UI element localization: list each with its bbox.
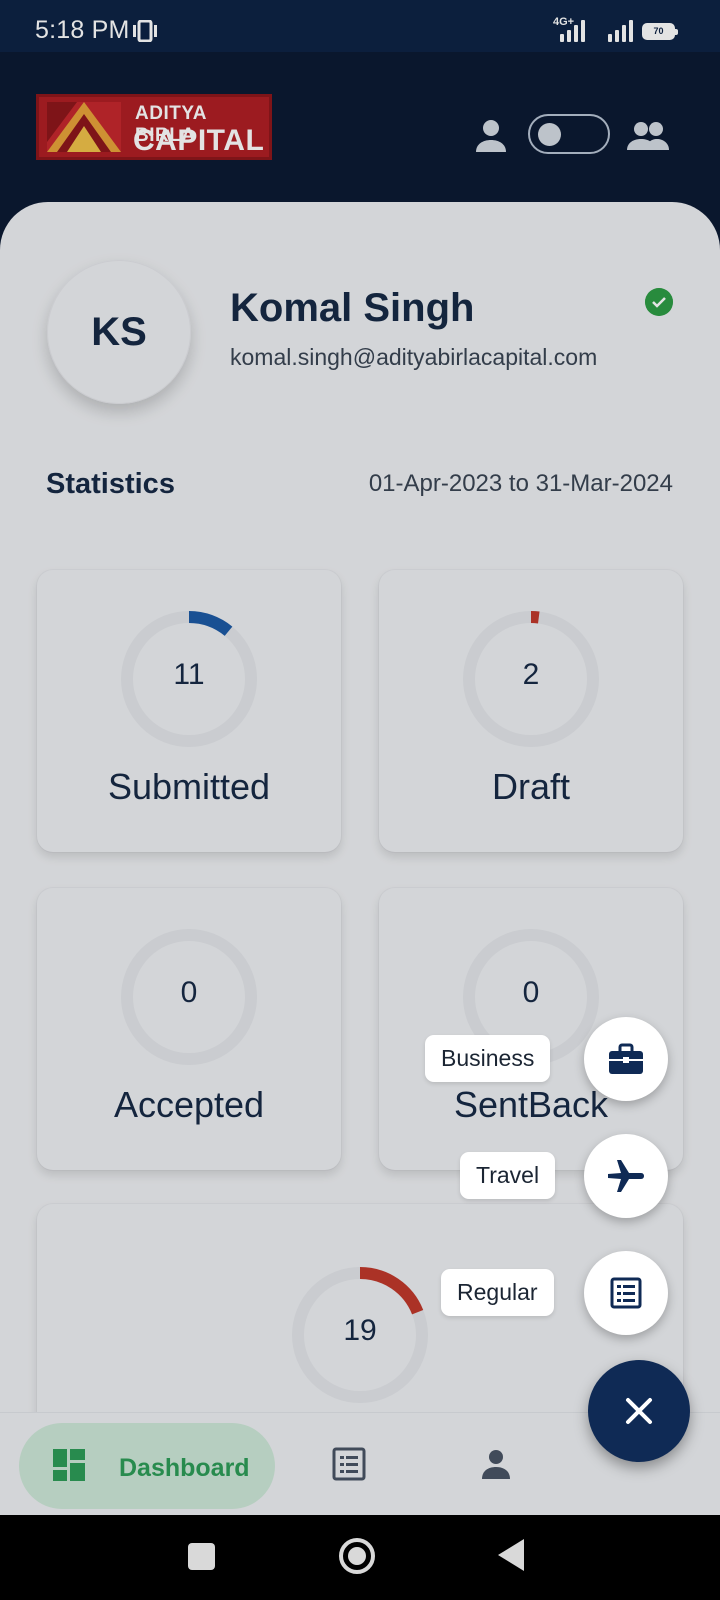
dashboard-icon: [53, 1449, 85, 1481]
user-name: Komal Singh: [230, 286, 475, 330]
user-email: komal.singh@adityabirlacapital.com: [230, 344, 598, 370]
stat-label: Submitted: [107, 766, 271, 807]
list-icon: [610, 1277, 642, 1309]
status-time: 5:18 PM: [35, 16, 130, 44]
system-nav-bar: [0, 1515, 720, 1600]
stat-card-draft[interactable]: 2 Draft: [379, 570, 683, 852]
fab-label-travel[interactable]: Travel: [460, 1152, 556, 1199]
stat-count: 0: [180, 976, 198, 1009]
stat-count: 2: [522, 658, 540, 691]
mode-toggle[interactable]: [528, 114, 610, 154]
app-header: ADITYA BIRLA CAPITAL: [0, 52, 720, 222]
back-icon[interactable]: [498, 1539, 526, 1571]
recents-icon[interactable]: [188, 1543, 215, 1570]
fab-business-button[interactable]: [584, 1017, 668, 1101]
nav-list-icon[interactable]: [332, 1447, 366, 1481]
signal-icon: [560, 20, 585, 42]
fab-label-business[interactable]: Business: [425, 1035, 551, 1082]
battery-icon: 70: [642, 23, 678, 40]
stat-label: Accepted: [113, 1084, 265, 1125]
vibrate-icon: [133, 20, 157, 42]
home-icon[interactable]: [338, 1537, 376, 1575]
stat-count: 0: [522, 976, 540, 1009]
group-icon[interactable]: [626, 116, 670, 156]
stat-card-accepted[interactable]: 0 Accepted: [37, 888, 341, 1170]
nav-dashboard[interactable]: Dashboard: [19, 1423, 275, 1509]
fab-regular-button[interactable]: [584, 1251, 668, 1335]
fab-close-button[interactable]: [588, 1360, 690, 1462]
nav-dashboard-label: Dashboard: [119, 1454, 250, 1482]
avatar[interactable]: KS: [47, 260, 191, 404]
status-bar: 5:18 PM 4G+ 70: [0, 0, 720, 52]
stat-count: 19: [343, 1314, 377, 1347]
signal-icon: [608, 20, 633, 42]
logo-text-bottom: CAPITAL: [133, 124, 265, 157]
stat-card-submitted[interactable]: 11 Submitted: [37, 570, 341, 852]
dashboard-content: KS Komal Singh komal.singh@adityabirlaca…: [0, 202, 720, 1412]
verified-check-icon: [645, 288, 673, 316]
stat-label: Draft: [491, 766, 570, 807]
fab-label-regular[interactable]: Regular: [441, 1269, 554, 1316]
fab-travel-button[interactable]: [584, 1134, 668, 1218]
statistics-date-range[interactable]: 01-Apr-2023 to 31-Mar-2024: [369, 470, 673, 498]
close-icon: [626, 1398, 652, 1424]
airplane-icon: [608, 1160, 644, 1192]
ring-progress-arc: [359, 1267, 424, 1315]
toggle-knob: [538, 123, 561, 146]
brand-logo[interactable]: ADITYA BIRLA CAPITAL: [36, 94, 272, 160]
statistics-title: Statistics: [46, 468, 175, 500]
person-icon[interactable]: [471, 116, 511, 156]
logo-mark-icon: [47, 102, 121, 152]
nav-profile-icon[interactable]: [479, 1447, 513, 1481]
ring-progress-arc: [188, 611, 233, 637]
stat-count: 11: [173, 658, 205, 691]
briefcase-icon: [609, 1043, 643, 1074]
